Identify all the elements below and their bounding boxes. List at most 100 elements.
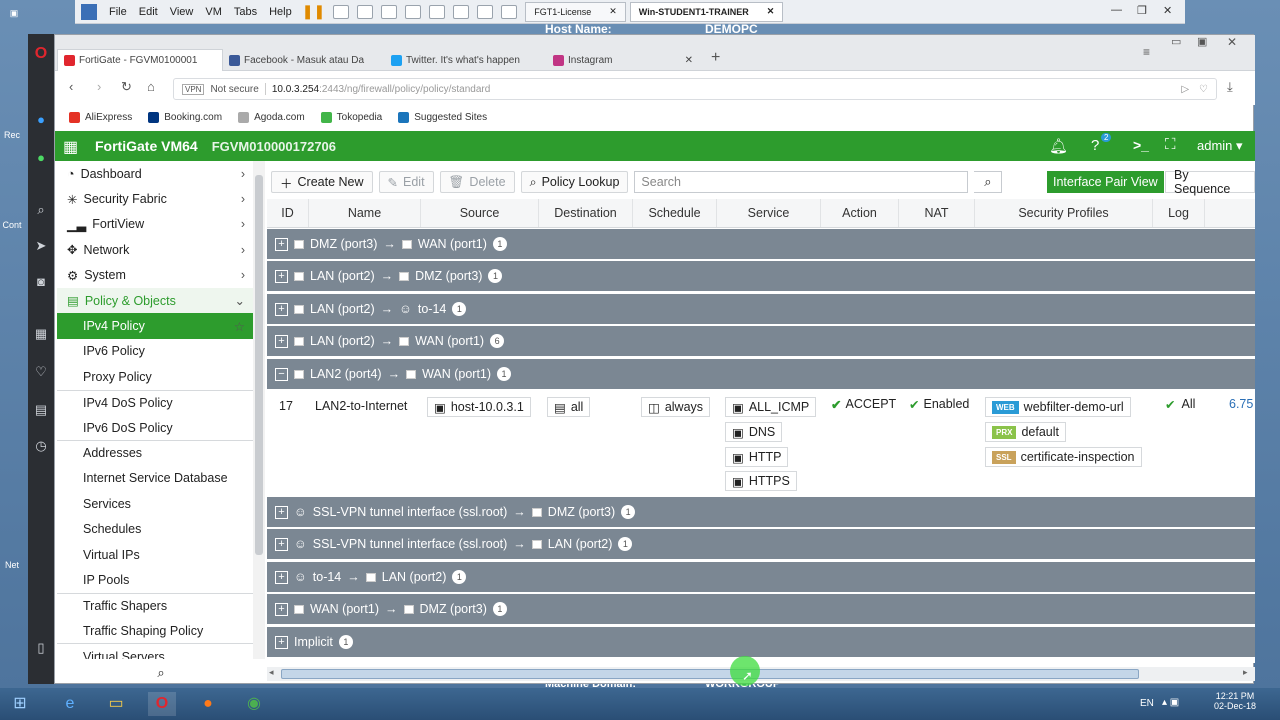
table-row[interactable]: 17 LAN2-to-Internet ▣ host-10.0.3.1 ▤ all … [267, 391, 1255, 495]
policy-group[interactable]: + ☺ SSL-VPN tunnel interface (ssl.root) → DM… [267, 497, 1255, 527]
speed-dial-icon[interactable]: ▦ [33, 326, 49, 342]
tray-icons[interactable]: ▴ ▣ [1162, 697, 1179, 708]
bell-icon[interactable]: 🔔︎ [1049, 137, 1068, 155]
heart-icon[interactable]: ♡ [33, 364, 49, 380]
nav-ip-pools[interactable]: IP Pools [57, 567, 253, 592]
col-source[interactable]: Source [421, 199, 539, 227]
opera-icon[interactable]: O [148, 692, 176, 716]
close-icon[interactable]: ✕ [609, 6, 617, 17]
profile-chip[interactable]: WEB webfilter-demo-url [985, 397, 1131, 417]
nav-security-fabric[interactable]: ✳ Security Fabric › [57, 186, 253, 211]
create-new-button[interactable]: ＋ Create New [271, 171, 373, 193]
nav-ipv4-policy[interactable]: IPv4 Policy ☆ [57, 313, 253, 339]
destination-chip[interactable]: ▤ all [547, 397, 591, 417]
desktop-icon[interactable]: ▣ [2, 8, 26, 19]
bookmark-tokopedia[interactable]: Tokopedia [320, 111, 382, 123]
col-name[interactable]: Name [309, 199, 421, 227]
fullscreen-icon[interactable]: ⛶ [1165, 136, 1176, 153]
policy-lookup-button[interactable]: ⌕ Policy Lookup [520, 171, 629, 193]
bookmark-suggested[interactable]: Suggested Sites [398, 111, 487, 123]
menu-tabs[interactable]: Tabs [228, 6, 263, 18]
vpn-badge[interactable]: VPN [182, 83, 205, 95]
tab-instagram[interactable]: Instagram ✕ [547, 49, 699, 71]
horizontal-scrollbar[interactable]: ◂ ▸ [267, 667, 1255, 681]
nav-dashboard[interactable]: ◔ Dashboard › [57, 161, 253, 186]
collapse-icon[interactable]: − [275, 367, 288, 381]
language-indicator[interactable]: EN [1140, 698, 1154, 709]
pause-icon[interactable]: ❚❚ [302, 3, 325, 20]
forward-icon[interactable]: › [97, 79, 101, 94]
history-icon[interactable]: ◷ [33, 438, 49, 454]
expand-icon[interactable]: + [275, 269, 288, 283]
expand-icon[interactable]: + [275, 537, 288, 551]
bookmark-agoda[interactable]: Agoda.com [238, 111, 305, 123]
unity-icon[interactable] [501, 4, 518, 19]
sidebar-toggle-icon[interactable] [429, 4, 446, 19]
scroll-right-icon[interactable]: ▸ [1243, 667, 1248, 678]
menu-file[interactable]: File [103, 6, 133, 18]
col-destination[interactable]: Destination [539, 199, 633, 227]
admin-menu[interactable]: admin ▾ [1197, 138, 1243, 154]
scroll-thumb[interactable] [281, 669, 1139, 679]
policy-group[interactable]: + LAN (port2) → WAN (port1) 6 [267, 326, 1255, 356]
send-icon[interactable]: ➤ [33, 238, 49, 254]
col-schedule[interactable]: Schedule [633, 199, 717, 227]
vm-tab-fgt1[interactable]: FGT1-License ✕ [525, 1, 626, 22]
nav-internet-service-db[interactable]: Internet Service Database [57, 466, 253, 491]
explorer-icon[interactable]: ▭ [102, 692, 130, 716]
service-chip[interactable]: ▣ DNS [725, 422, 783, 442]
nav-services[interactable]: Services [57, 491, 253, 516]
back-icon[interactable]: ‹ [69, 79, 73, 94]
help-icon[interactable]: ? [1091, 137, 1099, 154]
nav-ipv6-dos-policy[interactable]: IPv6 DoS Policy [57, 415, 253, 440]
address-bar[interactable]: VPN Not secure 10.0.3.254:2443/ng/firewa… [173, 78, 1217, 100]
nav-virtual-ips[interactable]: Virtual IPs [57, 542, 253, 567]
nav-addresses[interactable]: Addresses [57, 440, 253, 465]
ie-icon[interactable]: e [56, 692, 84, 716]
col-security-profiles[interactable]: Security Profiles [975, 199, 1153, 227]
source-chip[interactable]: ▣ host-10.0.3.1 [427, 397, 531, 417]
col-log[interactable]: Log [1153, 199, 1205, 227]
vm-tab-win-student[interactable]: Win-STUDENT1-TRAINER ✕ [629, 1, 784, 22]
thumbnail-icon[interactable] [453, 4, 470, 19]
search-icon[interactable]: ⌕ [33, 202, 49, 218]
close-icon[interactable]: ✕ [685, 55, 693, 66]
nav-network[interactable]: ✥ Network › [57, 237, 253, 262]
close-icon[interactable]: ✕ [1163, 4, 1172, 17]
snapshot-icon[interactable] [357, 4, 374, 19]
minimize-icon[interactable]: — [1111, 4, 1122, 16]
policy-search-input[interactable]: Search [634, 171, 969, 193]
bookmark-booking[interactable]: Booking.com [148, 111, 222, 123]
cli-console-icon[interactable]: >_ [1133, 137, 1149, 153]
policy-group-implicit[interactable]: + Implicit 1 [267, 627, 1255, 657]
close-icon[interactable]: ✕ [767, 6, 775, 17]
policy-group[interactable]: + ☺ to-14 → LAN (port2) 1 [267, 562, 1255, 592]
clock[interactable]: 12:21 PM 02-Dec-18 [1214, 691, 1256, 711]
menu-edit[interactable]: Edit [133, 6, 164, 18]
nav-proxy-policy[interactable]: Proxy Policy [57, 364, 253, 389]
policy-group[interactable]: + LAN (port2) → ☺ to-14 1 [267, 294, 1255, 324]
desktop-icon[interactable]: Cont [0, 220, 24, 230]
messenger-icon[interactable]: ● [33, 112, 49, 128]
expand-icon[interactable]: + [275, 602, 288, 616]
nav-schedules[interactable]: Schedules [57, 516, 253, 541]
desktop-icon[interactable]: Rec [0, 130, 24, 140]
menu-vm[interactable]: VM [199, 6, 228, 18]
home-icon[interactable]: ⌂ [147, 79, 155, 94]
nav-traffic-shaping-policy[interactable]: Traffic Shaping Policy [57, 618, 253, 643]
policy-group-expanded[interactable]: − LAN2 (port4) → WAN (port1) 1 [267, 359, 1255, 389]
sidebar-toggle-icon[interactable]: ▯ [33, 640, 49, 656]
manage-snapshots-icon[interactable] [405, 4, 422, 19]
by-sequence-button[interactable]: By Sequence [1165, 168, 1255, 196]
fullscreen-icon[interactable] [477, 4, 494, 19]
opera-logo-icon[interactable]: O [33, 46, 49, 62]
expand-icon[interactable]: + [275, 334, 288, 348]
nav-virtual-servers[interactable]: Virtual Servers [57, 643, 253, 659]
close-icon[interactable]: ✕ [1227, 35, 1237, 49]
edit-button[interactable]: ✎ Edit [378, 171, 434, 193]
col-nat[interactable]: NAT [899, 199, 975, 227]
delete-button[interactable]: 🗑︎ Delete [439, 171, 515, 193]
policy-group[interactable]: + WAN (port1) → DMZ (port3) 1 [267, 594, 1255, 624]
bookmark-aliexpress[interactable]: AliExpress [69, 111, 132, 123]
profile-chip[interactable]: SSL certificate-inspection [985, 447, 1142, 467]
